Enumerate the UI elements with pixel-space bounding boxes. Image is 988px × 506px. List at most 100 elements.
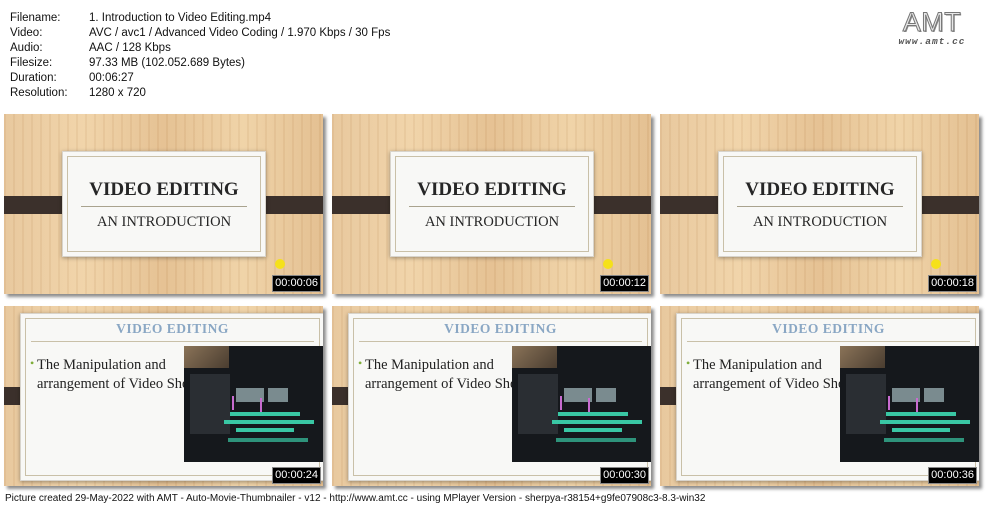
cursor-highlight-dot <box>603 259 613 269</box>
slide-title: VIDEO EDITING <box>89 179 239 200</box>
dark-band <box>4 196 70 214</box>
video-thumbnail[interactable]: VIDEO EDITING • The Manipulation and arran… <box>4 306 323 486</box>
timeline-clip <box>884 438 964 442</box>
bullet-text: The Manipulation and arrangement of Vide… <box>37 357 199 392</box>
logo-url: www.amt.cc <box>898 36 966 47</box>
playhead-marker <box>232 396 234 410</box>
playhead-marker <box>916 398 918 412</box>
playhead-marker <box>260 398 262 412</box>
video-thumbnail[interactable]: VIDEO EDITING • The Manipulation and arran… <box>660 306 979 486</box>
bullet-point: • The Manipulation and arrangement of Vid… <box>358 356 535 394</box>
title-card: VIDEO EDITING AN INTRODUCTION <box>718 151 922 257</box>
slide-heading: VIDEO EDITING <box>444 321 557 336</box>
info-row-filename: Filename: 1. Introduction to Video Editi… <box>10 11 390 26</box>
timeline-clip <box>558 412 628 416</box>
bullet-point: • The Manipulation and arrangement of Vid… <box>686 356 863 394</box>
info-value: 97.33 MB (102.052.689 Bytes) <box>89 57 245 69</box>
info-row-resolution: Resolution: 1280 x 720 <box>10 86 390 101</box>
info-key: Duration: <box>10 72 57 84</box>
slide-subtitle: AN INTRODUCTION <box>96 214 232 230</box>
video-thumbnail[interactable]: VIDEO EDITING AN INTRODUCTION 00:00:18 <box>660 114 979 294</box>
playhead-marker <box>888 396 890 410</box>
info-key: Audio: <box>10 42 43 54</box>
file-info: Filename: 1. Introduction to Video Editi… <box>10 11 390 101</box>
editor-monitor <box>596 388 616 402</box>
title-divider <box>409 206 575 207</box>
timeline-clip <box>564 428 622 432</box>
video-thumbnail[interactable]: VIDEO EDITING AN INTRODUCTION 00:00:12 <box>332 114 651 294</box>
editor-monitor <box>268 388 288 402</box>
video-thumbnail[interactable]: VIDEO EDITING • The Manipulation and arran… <box>332 306 651 486</box>
editor-screenshot <box>512 346 651 462</box>
info-value: AVC / avc1 / Advanced Video Coding / 1.9… <box>89 27 391 39</box>
amt-logo: AMT www.amt.cc <box>890 7 974 48</box>
timeline-clip <box>556 438 636 442</box>
timeline-clip <box>228 438 308 442</box>
title-divider <box>737 206 903 207</box>
dark-band <box>332 196 398 214</box>
timeline-clip <box>224 420 314 424</box>
editor-panel <box>846 374 886 434</box>
info-value: 1. Introduction to Video Editing.mp4 <box>89 12 271 24</box>
slide-heading: VIDEO EDITING <box>772 321 885 336</box>
slide-title: VIDEO EDITING <box>745 179 895 200</box>
dark-band <box>660 196 726 214</box>
cursor-highlight-dot <box>931 259 941 269</box>
bullet-text: The Manipulation and arrangement of Vide… <box>693 357 855 392</box>
slide-title: VIDEO EDITING <box>417 179 567 200</box>
footer-caption: Picture created 29-May-2022 with AMT - A… <box>5 493 706 504</box>
bullet-text: The Manipulation and arrangement of Vide… <box>365 357 527 392</box>
screenshot-corner <box>512 346 557 368</box>
logo-text: AMT <box>902 7 962 37</box>
heading-divider <box>687 341 970 342</box>
timestamp-label: 00:00:24 <box>272 467 321 484</box>
info-row-audio: Audio: AAC / 128 Kbps <box>10 41 390 56</box>
heading-divider <box>359 341 642 342</box>
info-value: 1280 x 720 <box>89 87 146 99</box>
info-key: Filesize: <box>10 57 53 69</box>
thumbnail-grid: VIDEO EDITING AN INTRODUCTION 00:00:06 VIDE… <box>4 114 988 490</box>
timeline-clip <box>236 428 294 432</box>
editor-panel <box>190 374 230 434</box>
editor-screenshot <box>184 346 323 462</box>
dark-band <box>915 196 979 214</box>
editor-screenshot <box>840 346 979 462</box>
title-card: VIDEO EDITING AN INTRODUCTION <box>62 151 266 257</box>
info-value: AAC / 128 Kbps <box>89 42 171 54</box>
cursor-highlight-dot <box>275 259 285 269</box>
info-row-video: Video: AVC / avc1 / Advanced Video Codin… <box>10 26 390 41</box>
info-key: Video: <box>10 27 43 39</box>
timestamp-label: 00:00:36 <box>928 467 977 484</box>
playhead-marker <box>588 398 590 412</box>
title-card: VIDEO EDITING AN INTRODUCTION <box>390 151 594 257</box>
dark-band <box>587 196 651 214</box>
timeline-clip <box>230 412 300 416</box>
timeline-clip <box>886 412 956 416</box>
info-key: Filename: <box>10 12 61 24</box>
heading-divider <box>31 341 314 342</box>
editor-monitor <box>924 388 944 402</box>
video-thumbnail[interactable]: VIDEO EDITING AN INTRODUCTION 00:00:06 <box>4 114 323 294</box>
bullet-point: • The Manipulation and arrangement of Vid… <box>30 356 207 394</box>
timestamp-label: 00:00:30 <box>600 467 649 484</box>
timestamp-label: 00:00:12 <box>600 275 649 292</box>
screenshot-corner <box>840 346 885 368</box>
slide-subtitle: AN INTRODUCTION <box>424 214 560 230</box>
timestamp-label: 00:00:18 <box>928 275 977 292</box>
slide-subtitle: AN INTRODUCTION <box>752 214 888 230</box>
info-row-duration: Duration: 00:06:27 <box>10 71 390 86</box>
bullet-icon: • <box>30 356 35 370</box>
timeline-clip <box>880 420 970 424</box>
dark-band <box>259 196 323 214</box>
editor-panel <box>518 374 558 434</box>
info-row-filesize: Filesize: 97.33 MB (102.052.689 Bytes) <box>10 56 390 71</box>
bullet-icon: • <box>358 356 363 370</box>
bullet-icon: • <box>686 356 691 370</box>
screenshot-corner <box>184 346 229 368</box>
timeline-clip <box>892 428 950 432</box>
title-divider <box>81 206 247 207</box>
playhead-marker <box>560 396 562 410</box>
info-value: 00:06:27 <box>89 72 134 84</box>
slide-heading: VIDEO EDITING <box>116 321 229 336</box>
timeline-clip <box>552 420 642 424</box>
